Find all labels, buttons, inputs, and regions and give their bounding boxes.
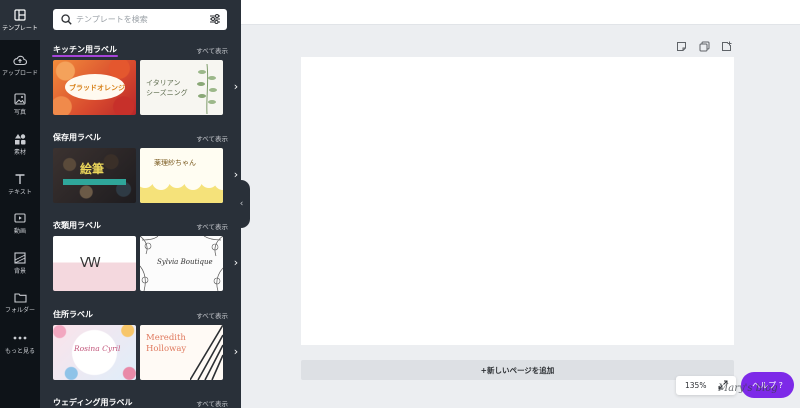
text-icon	[13, 172, 27, 186]
elements-icon	[13, 132, 27, 146]
section-title: 住所ラベル	[53, 310, 93, 319]
design-page[interactable]	[301, 57, 734, 345]
rail-label-video: 動画	[13, 228, 26, 235]
stripe-decoration	[190, 325, 223, 380]
upload-cloud-icon	[13, 53, 27, 67]
rail-label-background: 背景	[13, 268, 26, 275]
template-thumb-yellow-cloud[interactable]: 薬理紗ちゃん	[140, 148, 223, 203]
chevron-right-icon[interactable]: ›	[231, 80, 241, 94]
thumb-text: Sylvia Boutique	[157, 258, 213, 266]
rail-label-photos: 写真	[13, 109, 26, 116]
section-kitchen-labels: キッチン用ラベル すべて表示 ブラッドオレンジ イタリアン シーズニング ›	[52, 44, 241, 115]
chevron-left-icon: ‹	[239, 199, 244, 209]
chevron-right-icon[interactable]: ›	[231, 256, 241, 270]
thumb-text: ブラッドオレンジ	[69, 84, 125, 92]
rail-item-photos[interactable]: 写真	[0, 84, 40, 124]
rail-item-uploads[interactable]: アップロード	[0, 45, 40, 85]
section-title: 保存用ラベル	[53, 133, 101, 142]
rail-item-templates[interactable]: テンプレート	[0, 0, 40, 40]
see-all-link[interactable]: すべて表示	[196, 310, 228, 320]
rail-item-more[interactable]: もっと見る	[0, 323, 40, 363]
thumb-text: Rosina Cyril	[74, 344, 121, 353]
see-all-link[interactable]: すべて表示	[196, 221, 228, 231]
template-thumb-vw[interactable]: VW	[53, 236, 136, 291]
rail-label-text: テキスト	[8, 189, 32, 196]
template-thumb-sylvia-boutique[interactable]: Sylvia Boutique	[140, 236, 223, 291]
blog-watermark: Mary's blog	[718, 383, 778, 394]
thumb-text: VW	[80, 256, 101, 271]
rail-label-more: もっと見る	[4, 348, 35, 355]
section-address-labels: 住所ラベル すべて表示 Rosina Cyril Meredith Hollow…	[53, 309, 241, 380]
search-input[interactable]	[76, 11, 201, 28]
zoom-level: 135%	[685, 381, 707, 390]
rail-item-text[interactable]: テキスト	[0, 164, 40, 204]
rail-item-background[interactable]: 背景	[0, 243, 40, 283]
rail-item-video[interactable]: 動画	[0, 203, 40, 243]
background-icon	[13, 251, 27, 265]
collapse-panel-button[interactable]: ‹	[233, 180, 250, 228]
left-rail: テンプレート アップロード 写真 素材 テキスト 動画 背景 フォルダー もっと…	[0, 0, 40, 408]
see-all-link[interactable]: すべて表示	[196, 133, 228, 143]
section-underline	[52, 55, 118, 57]
section-storage-labels: 保存用ラベル すべて表示 絵筆 薬理紗ちゃん ›	[53, 132, 241, 203]
template-thumb-italian-seasoning[interactable]: イタリアン シーズニング	[140, 60, 223, 115]
add-page-button[interactable]: +新しいページを追加	[301, 360, 734, 380]
template-icon	[13, 8, 27, 22]
thumb-text: 薬理紗ちゃん	[154, 159, 196, 167]
filter-icon[interactable]	[209, 13, 221, 25]
see-all-link[interactable]: すべて表示	[196, 398, 228, 408]
video-icon	[13, 211, 27, 225]
template-thumb-rosina-cyril[interactable]: Rosina Cyril	[53, 325, 136, 380]
rail-label-templates: テンプレート	[2, 25, 38, 32]
search-icon	[61, 14, 72, 25]
herb-illustration	[197, 63, 217, 114]
section-clothing-labels: 衣類用ラベル すべて表示 VW Sylvia Boutique ›	[53, 220, 241, 291]
thumb-text-line1: Meredith	[146, 333, 186, 343]
editor-topbar	[241, 0, 800, 25]
note-icon[interactable]	[676, 41, 687, 52]
section-title: 衣類用ラベル	[53, 221, 101, 230]
thumb-text-line1: イタリアン	[146, 79, 181, 87]
template-thumb-meredith-holloway[interactable]: Meredith Holloway	[140, 325, 223, 380]
section-wedding-labels: ウェディング用ラベル すべて表示	[53, 397, 241, 408]
folder-icon	[13, 290, 27, 304]
photo-icon	[13, 92, 27, 106]
rail-item-elements[interactable]: 素材	[0, 124, 40, 164]
thumb-text: 絵筆	[80, 162, 105, 176]
rail-label-uploads: アップロード	[1, 70, 38, 77]
more-icon	[13, 331, 27, 345]
template-thumb-blood-orange[interactable]: ブラッドオレンジ	[53, 60, 136, 115]
section-title: キッチン用ラベル	[53, 45, 117, 54]
section-title: ウェディング用ラベル	[53, 398, 133, 407]
duplicate-page-icon[interactable]	[699, 41, 710, 52]
chevron-right-icon[interactable]: ›	[231, 345, 241, 359]
rail-item-folders[interactable]: フォルダー	[0, 282, 40, 322]
add-page-icon[interactable]	[721, 41, 732, 52]
templates-panel: キッチン用ラベル すべて表示 ブラッドオレンジ イタリアン シーズニング › 保…	[40, 0, 241, 408]
rail-label-elements: 素材	[13, 149, 26, 156]
rail-label-folders: フォルダー	[4, 307, 35, 314]
thumb-text-line2: Holloway	[146, 344, 187, 354]
template-thumb-paintbrush[interactable]: 絵筆	[53, 148, 136, 203]
search-box	[53, 9, 227, 30]
thumb-text-line2: シーズニング	[146, 89, 188, 97]
thumb-ribbon	[63, 179, 126, 185]
see-all-link[interactable]: すべて表示	[196, 45, 228, 55]
